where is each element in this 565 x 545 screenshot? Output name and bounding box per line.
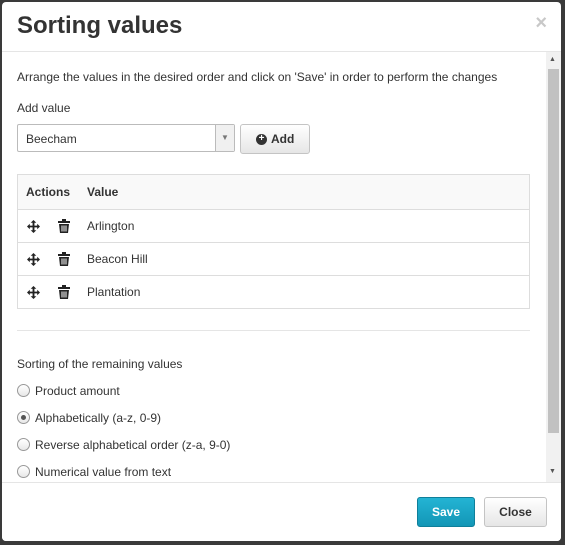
scrollbar-thumb[interactable]	[548, 69, 559, 433]
dialog-title: Sorting values	[17, 12, 183, 39]
chevron-down-icon[interactable]: ▼	[215, 125, 234, 151]
plus-circle-icon: +	[256, 134, 267, 145]
sorting-label: Sorting of the remaining values	[17, 357, 183, 371]
body-scrollbar[interactable]: ▲ ▼	[546, 52, 561, 482]
scroll-down-arrow-icon[interactable]: ▼	[549, 468, 556, 475]
radio-product-amount[interactable]: Product amount	[17, 384, 317, 400]
trash-icon[interactable]	[58, 252, 70, 266]
trash-icon[interactable]	[58, 219, 70, 233]
close-button[interactable]: Close	[484, 497, 547, 527]
radio-label: Reverse alphabetical order (z-a, 9-0)	[35, 438, 231, 452]
trash-icon[interactable]	[58, 285, 70, 299]
radio-label: Alphabetically (a-z, 0-9)	[35, 411, 162, 425]
radio-label: Numerical value from text	[35, 465, 172, 479]
radio-numerical-value[interactable]: Numerical value from text	[17, 465, 317, 481]
column-header-actions: Actions	[26, 185, 71, 199]
row-value: Arlington	[87, 219, 135, 233]
column-header-value: Value	[87, 185, 119, 199]
dialog-footer: Save Close	[2, 482, 561, 541]
add-button-label: Add	[271, 132, 295, 146]
table-row: Beacon Hill	[18, 242, 529, 275]
radio-circle[interactable]	[17, 411, 30, 424]
row-value: Plantation	[87, 285, 141, 299]
values-table: Actions Value Arlington Beacon Hill Plan…	[17, 174, 530, 309]
add-value-label: Add value	[17, 101, 71, 115]
radio-circle[interactable]	[17, 438, 30, 451]
radio-reverse-alphabetical[interactable]: Reverse alphabetical order (z-a, 9-0)	[17, 438, 317, 454]
table-header-row: Actions Value	[18, 175, 529, 209]
radio-circle[interactable]	[17, 384, 30, 397]
move-icon[interactable]	[27, 253, 40, 266]
table-row: Arlington	[18, 209, 529, 242]
scroll-up-arrow-icon[interactable]: ▲	[549, 56, 556, 63]
row-value: Beacon Hill	[87, 252, 148, 266]
dialog-header: Sorting values ×	[2, 2, 561, 52]
table-row: Plantation	[18, 275, 529, 308]
radio-circle[interactable]	[17, 465, 30, 478]
select-selected-value: Beecham	[26, 132, 77, 146]
save-button[interactable]: Save	[417, 497, 475, 527]
radio-label: Product amount	[35, 384, 120, 398]
add-button[interactable]: + Add	[240, 124, 310, 154]
intro-text: Arrange the values in the desired order …	[17, 70, 498, 84]
section-divider	[17, 330, 530, 331]
move-icon[interactable]	[27, 286, 40, 299]
sorting-values-dialog: Sorting values × Arrange the values in t…	[2, 2, 561, 541]
dialog-body: Arrange the values in the desired order …	[2, 52, 561, 482]
move-icon[interactable]	[27, 220, 40, 233]
add-value-select[interactable]: Beecham ▼	[17, 124, 235, 152]
radio-alphabetically[interactable]: Alphabetically (a-z, 0-9)	[17, 411, 317, 427]
close-icon[interactable]: ×	[535, 12, 547, 35]
